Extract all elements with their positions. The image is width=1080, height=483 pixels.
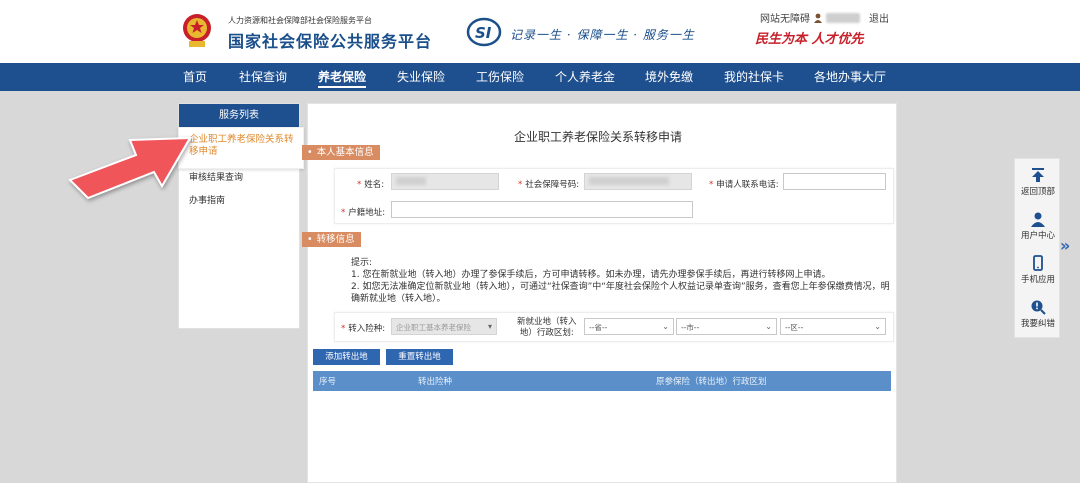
col-out-type: 转出险种 <box>418 377 453 387</box>
add-out-region-button[interactable]: 添加转出地 <box>313 349 380 365</box>
float-toolbar: 返回顶部 用户中心 手机应用 我要纠错 <box>1014 158 1060 338</box>
hukou-label: * 户籍地址: <box>341 208 386 218</box>
si-logo-text: SI <box>475 24 492 42</box>
region-label: 新就业地（转入 地）行政区划: <box>517 317 577 338</box>
nav-my-card[interactable]: 我的社保卡 <box>724 63 784 91</box>
insurance-label: * 转入险种: <box>341 324 386 334</box>
ssn-label: * 社会保障号码: <box>518 180 580 190</box>
nav-injury[interactable]: 工伤保险 <box>476 63 524 91</box>
name-label: * 姓名: <box>357 180 385 190</box>
red-pointer-arrow-icon <box>68 136 192 200</box>
ssn-input[interactable] <box>584 173 692 190</box>
nav-unemployment[interactable]: 失业保险 <box>397 63 445 91</box>
city-select[interactable]: --市-- ⌄ <box>676 318 777 335</box>
hint-line-2: 2. 如您无法准确定位新就业地（转入地），可通过“社保查询”中“年度社会保险个人… <box>351 282 890 304</box>
report-error-button[interactable]: 我要纠错 <box>1015 299 1061 329</box>
username-blurred <box>826 12 860 23</box>
sidebar-item-audit-query[interactable]: 审核结果查询 <box>189 170 243 183</box>
nav-social-query[interactable]: 社保查询 <box>239 63 287 91</box>
user-icon <box>1031 212 1045 227</box>
accessibility-link[interactable]: 网站无障碍 <box>760 10 810 25</box>
platform-title: 国家社会保险公共服务平台 <box>228 32 433 51</box>
reset-out-region-button[interactable]: 重置转出地 <box>386 349 453 365</box>
insurance-select[interactable]: 企业职工基本养老保险 ▾ <box>391 318 497 335</box>
nav-home[interactable]: 首页 <box>183 63 207 91</box>
insurance-select-value: 企业职工基本养老保险 <box>396 323 471 332</box>
user-area: 网站无障碍 退出 <box>760 10 889 25</box>
arrow-up-icon <box>1032 168 1044 182</box>
transfer-table-header: 序号 转出险种 原参保险（转出地）行政区划 <box>313 371 891 391</box>
page-title: 企业职工养老保险关系转移申请 <box>514 130 683 144</box>
hukou-input[interactable] <box>391 201 693 218</box>
national-emblem-icon <box>183 14 211 47</box>
hint-title: 提示: <box>351 258 373 268</box>
si-logo-icon: SI <box>466 17 502 47</box>
col-seq: 序号 <box>319 377 337 387</box>
section-basic-info: 本人基本信息 <box>302 145 380 160</box>
chevron-down-icon: ▾ <box>487 322 492 331</box>
red-slogan: 民生为本 人才优先 <box>755 32 864 47</box>
sidebar-title: 服务列表 <box>179 104 299 128</box>
nav-pension[interactable]: 养老保险 <box>318 63 367 91</box>
phone-label: * 申请人联系电话: <box>709 180 779 190</box>
phone-input[interactable] <box>783 173 886 190</box>
nav-personal-pension[interactable]: 个人养老金 <box>555 63 615 91</box>
province-select[interactable]: --省-- ⌄ <box>584 318 674 335</box>
site-header: 人力资源和社会保障部社会保险服务平台 国家社会保险公共服务平台 SI 记录一生 … <box>0 0 1080 63</box>
section-transfer-info: 转移信息 <box>302 232 361 247</box>
chevron-down-icon: ⌄ <box>765 322 772 331</box>
logout-link[interactable]: 退出 <box>869 10 889 25</box>
chevron-down-icon: ⌄ <box>874 322 881 331</box>
main-nav: 首页 社保查询 养老保险 失业保险 工伤保险 个人养老金 境外免缴 我的社保卡 … <box>0 63 1080 91</box>
slogan: 记录一生 · 保障一生 · 服务一生 <box>510 28 695 42</box>
sidebar-item-transfer-label[interactable]: 企业职工养老保险关系转移申请 <box>189 134 297 158</box>
nav-overseas-exempt[interactable]: 境外免缴 <box>645 63 693 91</box>
nav-local-halls[interactable]: 各地办事大厅 <box>814 63 886 91</box>
hint-line-1: 1. 您在新就业地（转入地）办理了参保手续后，方可申请转移。如未办理，请先办理参… <box>351 270 831 280</box>
user-center-button[interactable]: 用户中心 <box>1015 211 1061 241</box>
mobile-app-button[interactable]: 手机应用 <box>1015 255 1061 285</box>
sidebar-item-transfer-active[interactable]: 企业职工养老保险关系转移申请 <box>178 127 304 169</box>
mobile-phone-icon <box>1033 255 1043 271</box>
name-input[interactable] <box>391 173 499 190</box>
back-to-top-button[interactable]: 返回顶部 <box>1015 167 1061 197</box>
district-select[interactable]: --区-- ⌄ <box>780 318 886 335</box>
org-line: 人力资源和社会保障部社会保险服务平台 <box>228 16 372 25</box>
feedback-icon <box>1031 300 1046 315</box>
chevron-down-icon: ⌄ <box>662 322 669 331</box>
col-out-region: 原参保险（转出地）行政区划 <box>656 377 767 387</box>
hint-block: 提示: 1. 您在新就业地（转入地）办理了参保手续后，方可申请转移。如未办理，请… <box>351 257 891 305</box>
expand-chevron-icon[interactable]: » <box>1060 236 1070 255</box>
user-icon <box>814 13 822 23</box>
